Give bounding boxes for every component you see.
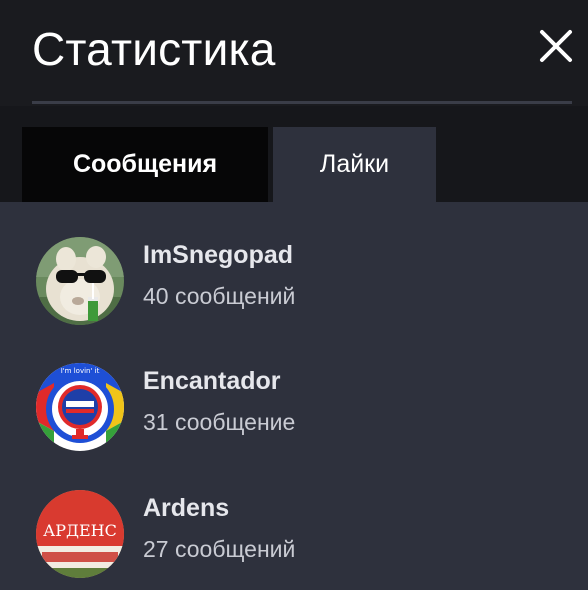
close-icon <box>540 30 572 62</box>
tab-bar: Сообщения Лайки <box>0 106 588 202</box>
avatar-badge-text: I'm lovin' it <box>61 367 100 375</box>
tab-messages[interactable]: Сообщения <box>22 127 268 202</box>
avatar: АРДЕНС <box>36 490 124 578</box>
list-item[interactable]: АРДЕНС Ardens 27 сообщений <box>0 490 588 590</box>
user-name: Ardens <box>143 494 230 522</box>
message-count: 31 сообщение <box>143 409 296 435</box>
user-name: Encantador <box>143 367 281 395</box>
list-item[interactable]: I'm lovin' it Encantador 31 сообщение <box>0 363 588 463</box>
message-count: 27 сообщений <box>143 536 296 562</box>
message-count: 40 сообщений <box>143 283 296 309</box>
llama-sunglasses-avatar <box>36 237 124 325</box>
header: Статистика <box>0 0 588 106</box>
user-name: ImSnegopad <box>143 241 294 269</box>
avatar-sign-text: АРДЕНС <box>43 521 117 540</box>
header-divider <box>32 101 572 104</box>
close-button[interactable] <box>538 26 574 66</box>
tab-likes[interactable]: Лайки <box>273 127 436 202</box>
page-title: Статистика <box>32 23 276 75</box>
avatar <box>36 237 124 325</box>
avatar: I'm lovin' it <box>36 363 124 451</box>
list-item[interactable]: ImSnegopad 40 сообщений <box>0 237 588 337</box>
badge-emblem-avatar: I'm lovin' it <box>36 363 124 451</box>
red-sign-avatar: АРДЕНС <box>36 490 124 578</box>
